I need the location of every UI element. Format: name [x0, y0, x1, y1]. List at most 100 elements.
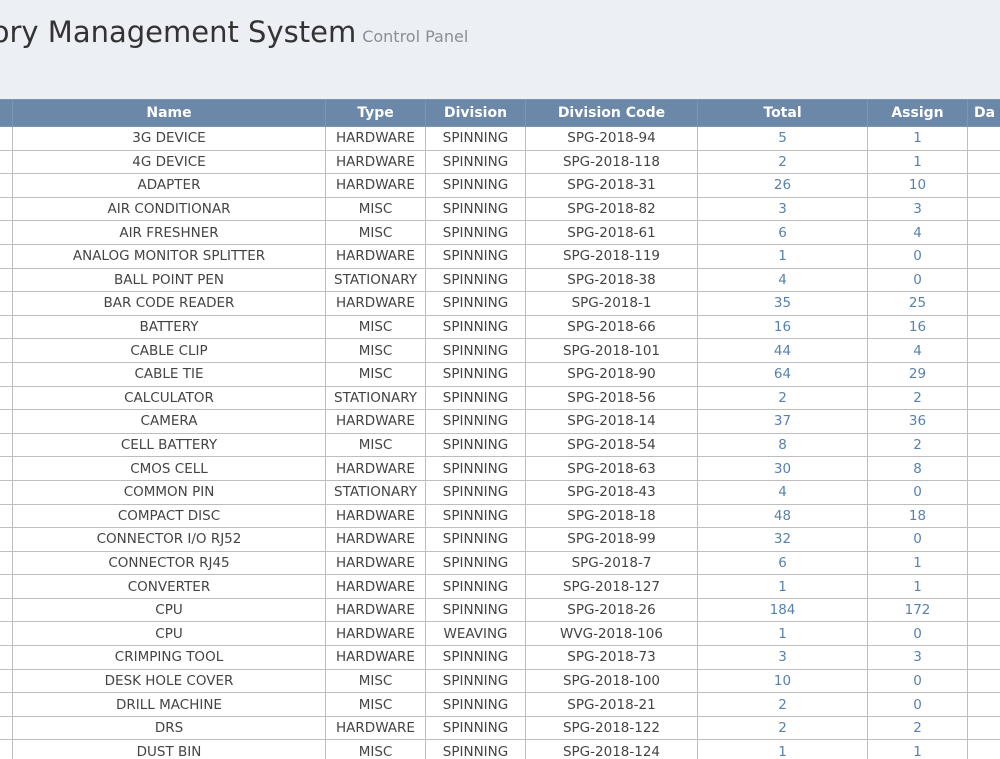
table-row[interactable]: BALL POINT PENSTATIONARYSPINNINGSPG-2018… — [0, 268, 1000, 292]
table-row[interactable]: AIR CONDITIONARMISCSPINNINGSPG-2018-8233 — [0, 197, 1000, 221]
table-row[interactable]: DUST BINMISCSPINNINGSPG-2018-12411 — [0, 740, 1000, 759]
table-row[interactable]: BATTERYMISCSPINNINGSPG-2018-661616 — [0, 315, 1000, 339]
column-header-total[interactable]: Total — [698, 100, 868, 127]
item-division-cell: SPINNING — [426, 386, 526, 410]
table-row[interactable]: CABLE CLIPMISCSPINNINGSPG-2018-101444 — [0, 339, 1000, 363]
item-date-cell — [968, 575, 1000, 599]
item-division-cell: SPINNING — [426, 575, 526, 599]
table-row[interactable]: CONNECTOR I/O RJ52HARDWARESPINNINGSPG-20… — [0, 528, 1000, 552]
item-assign-cell: 1 — [868, 150, 968, 174]
table-row[interactable]: CPUHARDWARESPINNINGSPG-2018-26184172 — [0, 598, 1000, 622]
table-row[interactable]: CONVERTERHARDWARESPINNINGSPG-2018-12711 — [0, 575, 1000, 599]
table-row[interactable]: CALCULATORSTATIONARYSPINNINGSPG-2018-562… — [0, 386, 1000, 410]
item-division-code-cell: SPG-2018-118 — [526, 150, 698, 174]
row-index-cell — [0, 174, 13, 198]
item-name-cell: CONNECTOR RJ45 — [13, 551, 326, 575]
item-division-cell: SPINNING — [426, 221, 526, 245]
item-date-cell — [968, 598, 1000, 622]
item-assign-cell: 0 — [868, 693, 968, 717]
table-row[interactable]: BAR CODE READERHARDWARESPINNINGSPG-2018-… — [0, 292, 1000, 316]
row-index-cell — [0, 292, 13, 316]
table-row[interactable]: ADAPTERHARDWARESPINNINGSPG-2018-312610 — [0, 174, 1000, 198]
item-division-cell: SPINNING — [426, 433, 526, 457]
item-name-cell: COMMON PIN — [13, 480, 326, 504]
item-type-cell: HARDWARE — [326, 528, 426, 552]
item-name-cell: AIR CONDITIONAR — [13, 197, 326, 221]
row-index-cell — [0, 457, 13, 481]
item-name-cell: DUST BIN — [13, 740, 326, 759]
item-name-cell: CRIMPING TOOL — [13, 646, 326, 670]
item-type-cell: STATIONARY — [326, 268, 426, 292]
item-assign-cell: 0 — [868, 268, 968, 292]
item-division-code-cell: SPG-2018-26 — [526, 598, 698, 622]
item-type-cell: HARDWARE — [326, 174, 426, 198]
column-header-index[interactable] — [0, 100, 13, 127]
item-division-code-cell: SPG-2018-1 — [526, 292, 698, 316]
item-division-code-cell: SPG-2018-73 — [526, 646, 698, 670]
column-header-date[interactable]: Da — [968, 100, 1000, 127]
table-row[interactable]: CMOS CELLHARDWARESPINNINGSPG-2018-63308 — [0, 457, 1000, 481]
table-row[interactable]: COMPACT DISCHARDWARESPINNINGSPG-2018-184… — [0, 504, 1000, 528]
item-type-cell: MISC — [326, 740, 426, 759]
item-division-cell: SPINNING — [426, 197, 526, 221]
item-type-cell: MISC — [326, 433, 426, 457]
item-date-cell — [968, 504, 1000, 528]
item-total-cell: 184 — [698, 598, 868, 622]
column-header-name[interactable]: Name — [13, 100, 326, 127]
item-type-cell: MISC — [326, 221, 426, 245]
table-row[interactable]: 4G DEVICEHARDWARESPINNINGSPG-2018-11821 — [0, 150, 1000, 174]
item-division-cell: SPINNING — [426, 480, 526, 504]
column-header-type[interactable]: Type — [326, 100, 426, 127]
row-index-cell — [0, 410, 13, 434]
item-total-cell: 37 — [698, 410, 868, 434]
item-name-cell: DESK HOLE COVER — [13, 669, 326, 693]
row-index-cell — [0, 339, 13, 363]
item-assign-cell: 18 — [868, 504, 968, 528]
item-division-code-cell: WVG-2018-106 — [526, 622, 698, 646]
item-total-cell: 48 — [698, 504, 868, 528]
item-name-cell: BATTERY — [13, 315, 326, 339]
table-row[interactable]: CRIMPING TOOLHARDWARESPINNINGSPG-2018-73… — [0, 646, 1000, 670]
item-total-cell: 1 — [698, 575, 868, 599]
table-row[interactable]: AIR FRESHNERMISCSPINNINGSPG-2018-6164 — [0, 221, 1000, 245]
item-division-code-cell: SPG-2018-66 — [526, 315, 698, 339]
item-date-cell — [968, 410, 1000, 434]
item-assign-cell: 0 — [868, 528, 968, 552]
column-header-assign[interactable]: Assign — [868, 100, 968, 127]
table-row[interactable]: CELL BATTERYMISCSPINNINGSPG-2018-5482 — [0, 433, 1000, 457]
item-division-cell: SPINNING — [426, 716, 526, 740]
item-division-code-cell: SPG-2018-18 — [526, 504, 698, 528]
column-header-division-code[interactable]: Division Code — [526, 100, 698, 127]
table-row[interactable]: CPUHARDWAREWEAVINGWVG-2018-10610 — [0, 622, 1000, 646]
item-division-cell: SPINNING — [426, 362, 526, 386]
item-division-code-cell: SPG-2018-31 — [526, 174, 698, 198]
table-row[interactable]: DRILL MACHINEMISCSPINNINGSPG-2018-2120 — [0, 693, 1000, 717]
column-header-division[interactable]: Division — [426, 100, 526, 127]
inventory-table-container: Name Type Division Division Code Total A… — [0, 99, 1000, 759]
item-date-cell — [968, 551, 1000, 575]
item-name-cell: CONNECTOR I/O RJ52 — [13, 528, 326, 552]
item-division-code-cell: SPG-2018-63 — [526, 457, 698, 481]
item-assign-cell: 0 — [868, 480, 968, 504]
table-row[interactable]: COMMON PINSTATIONARYSPINNINGSPG-2018-434… — [0, 480, 1000, 504]
item-assign-cell: 29 — [868, 362, 968, 386]
table-row[interactable]: CAMERAHARDWARESPINNINGSPG-2018-143736 — [0, 410, 1000, 434]
table-row[interactable]: DESK HOLE COVERMISCSPINNINGSPG-2018-1001… — [0, 669, 1000, 693]
item-division-cell: SPINNING — [426, 410, 526, 434]
item-division-code-cell: SPG-2018-99 — [526, 528, 698, 552]
table-row[interactable]: CONNECTOR RJ45HARDWARESPINNINGSPG-2018-7… — [0, 551, 1000, 575]
table-row[interactable]: ANALOG MONITOR SPLITTERHARDWARESPINNINGS… — [0, 244, 1000, 268]
row-index-cell — [0, 268, 13, 292]
app-title: ntory Management System — [0, 15, 356, 49]
item-total-cell: 2 — [698, 150, 868, 174]
table-row[interactable]: 3G DEVICEHARDWARESPINNINGSPG-2018-9451 — [0, 127, 1000, 151]
item-division-code-cell: SPG-2018-127 — [526, 575, 698, 599]
item-division-code-cell: SPG-2018-38 — [526, 268, 698, 292]
item-name-cell: CMOS CELL — [13, 457, 326, 481]
row-index-cell — [0, 693, 13, 717]
item-name-cell: CABLE CLIP — [13, 339, 326, 363]
table-row[interactable]: DRSHARDWARESPINNINGSPG-2018-12222 — [0, 716, 1000, 740]
item-division-code-cell: SPG-2018-56 — [526, 386, 698, 410]
table-row[interactable]: CABLE TIEMISCSPINNINGSPG-2018-906429 — [0, 362, 1000, 386]
row-index-cell — [0, 127, 13, 151]
